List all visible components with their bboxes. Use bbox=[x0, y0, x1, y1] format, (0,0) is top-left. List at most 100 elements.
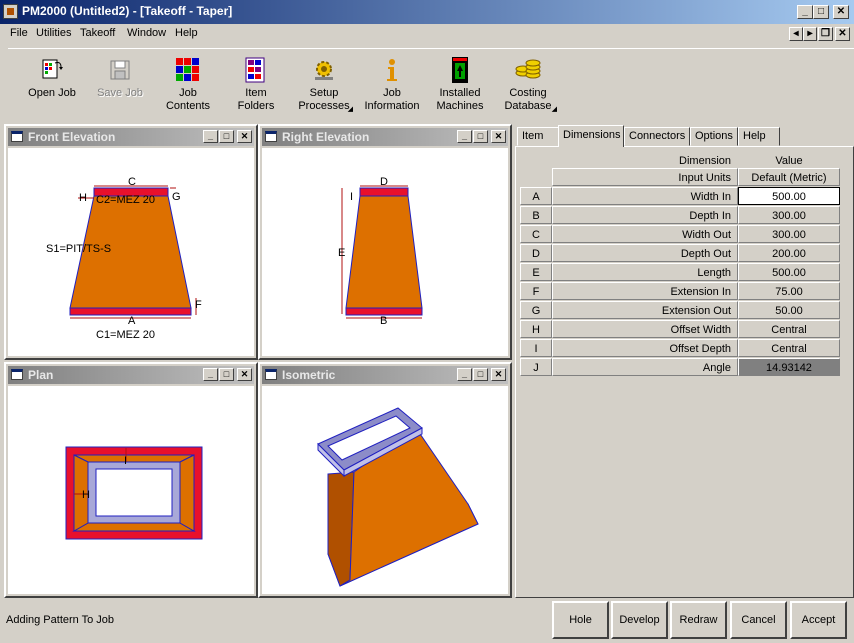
menu-help[interactable]: Help bbox=[175, 27, 198, 39]
minimize-icon[interactable]: _ bbox=[203, 130, 218, 143]
close-icon[interactable]: ✕ bbox=[491, 368, 506, 381]
row-value[interactable]: 50.00 bbox=[738, 301, 840, 319]
minimize-icon[interactable]: _ bbox=[797, 5, 813, 19]
item-folders-icon bbox=[243, 57, 269, 83]
costing-database-button[interactable]: Costing Database ◢ bbox=[497, 53, 559, 117]
window-icon bbox=[265, 131, 277, 142]
mdi-close-icon[interactable]: ✕ bbox=[835, 27, 850, 41]
plan-canvas[interactable]: I H bbox=[8, 386, 254, 594]
menu-window[interactable]: Window bbox=[127, 27, 166, 39]
bottom-connector bbox=[345, 307, 423, 316]
mdi-next-icon[interactable]: ▸ bbox=[803, 27, 817, 41]
row-value[interactable]: Central bbox=[738, 320, 840, 338]
setup-processes-button[interactable]: Setup Processes ◢ bbox=[293, 53, 355, 117]
row-key: G bbox=[520, 301, 552, 319]
plan-window[interactable]: Plan _ □ ✕ I H bbox=[4, 362, 258, 598]
costing-database-icon bbox=[515, 57, 541, 83]
row-name: Width Out bbox=[552, 225, 738, 243]
right-elevation-canvas[interactable]: D I E B bbox=[262, 148, 508, 356]
row-name: Extension In bbox=[552, 282, 738, 300]
row-key: A bbox=[520, 187, 552, 205]
isometric-canvas[interactable] bbox=[262, 386, 508, 594]
front-elevation-window[interactable]: Front Elevation _ □ ✕ C H G C2=MEZ 20 S1… bbox=[4, 124, 258, 360]
front-elevation-title: Front Elevation bbox=[28, 130, 116, 144]
row-key: I bbox=[520, 339, 552, 357]
costing-database-dropdown-icon[interactable]: ◢ bbox=[552, 105, 557, 113]
taper-face-bottom bbox=[72, 522, 196, 532]
cancel-button[interactable]: Cancel bbox=[730, 601, 787, 639]
row-name: Angle bbox=[552, 358, 738, 376]
row-value[interactable]: Central bbox=[738, 339, 840, 357]
tab-connectors[interactable]: Connectors bbox=[624, 127, 690, 146]
minimize-icon[interactable]: _ bbox=[203, 368, 218, 381]
accept-button[interactable]: Accept bbox=[790, 601, 847, 639]
tab-dimensions[interactable]: Dimensions bbox=[558, 125, 624, 147]
isometric-caption: Isometric _ □ ✕ bbox=[262, 366, 508, 384]
setup-processes-dropdown-icon[interactable]: ◢ bbox=[348, 105, 353, 113]
hole-button[interactable]: Hole bbox=[552, 601, 609, 639]
row-key: F bbox=[520, 282, 552, 300]
maximize-icon[interactable]: □ bbox=[473, 130, 488, 143]
row-value[interactable]: 75.00 bbox=[738, 282, 840, 300]
row-name: Depth In bbox=[552, 206, 738, 224]
setup-processes-label: Setup Processes bbox=[298, 87, 350, 112]
row-value[interactable]: 500.00 bbox=[738, 263, 840, 281]
right-elevation-title: Right Elevation bbox=[282, 130, 370, 144]
maximize-icon[interactable]: □ bbox=[813, 5, 829, 19]
row-name: Depth Out bbox=[552, 244, 738, 262]
row-value[interactable]: 300.00 bbox=[738, 225, 840, 243]
menu-utilities[interactable]: Utilities bbox=[36, 27, 71, 39]
open-job-label: Open Job bbox=[28, 87, 76, 99]
maximize-icon[interactable]: □ bbox=[219, 130, 234, 143]
minimize-icon[interactable]: _ bbox=[457, 368, 472, 381]
close-icon[interactable]: ✕ bbox=[237, 130, 252, 143]
tab-help[interactable]: Help bbox=[738, 127, 780, 146]
installed-machines-button[interactable]: Installed Machines bbox=[429, 53, 491, 117]
close-icon[interactable]: ✕ bbox=[833, 5, 849, 19]
maximize-icon[interactable]: □ bbox=[473, 368, 488, 381]
job-information-button[interactable]: Job Information bbox=[361, 53, 423, 117]
right-elevation-window[interactable]: Right Elevation _ □ ✕ D I E B bbox=[258, 124, 512, 360]
isometric-window[interactable]: Isometric _ □ ✕ bbox=[258, 362, 512, 598]
item-folders-button[interactable]: Item Folders bbox=[225, 53, 287, 117]
mdi-prev-icon[interactable]: ◂ bbox=[789, 27, 803, 41]
job-information-icon bbox=[379, 57, 405, 83]
open-job-icon bbox=[39, 57, 65, 83]
maximize-icon[interactable]: □ bbox=[219, 368, 234, 381]
window-icon bbox=[265, 369, 277, 380]
open-job-button[interactable]: Open Job bbox=[21, 53, 83, 117]
job-contents-button[interactable]: Job Contents bbox=[157, 53, 219, 117]
row-key: H bbox=[520, 320, 552, 338]
close-icon[interactable]: ✕ bbox=[491, 130, 506, 143]
label-a: A bbox=[128, 315, 136, 327]
units-value[interactable]: Default (Metric) bbox=[738, 168, 840, 186]
row-name: Offset Depth bbox=[552, 339, 738, 357]
title-bar: PM2000 (Untitled2) - [Takeoff - Taper] _… bbox=[0, 0, 854, 24]
installed-machines-label: Installed Machines bbox=[436, 87, 484, 112]
front-elevation-caption: Front Elevation _ □ ✕ bbox=[8, 128, 254, 146]
isometric-drawing bbox=[317, 407, 479, 587]
top-connector bbox=[359, 187, 409, 197]
tab-options[interactable]: Options bbox=[690, 127, 738, 146]
label-f: F bbox=[195, 299, 202, 311]
job-contents-icon bbox=[175, 57, 201, 83]
row-value[interactable]: 300.00 bbox=[738, 206, 840, 224]
taper-body bbox=[345, 195, 423, 309]
develop-button[interactable]: Develop bbox=[611, 601, 668, 639]
menu-takeoff[interactable]: Takeoff bbox=[80, 27, 115, 39]
save-job-button[interactable]: Save Job bbox=[89, 53, 151, 117]
redraw-button[interactable]: Redraw bbox=[670, 601, 727, 639]
row-value[interactable]: 200.00 bbox=[738, 244, 840, 262]
tab-item[interactable]: Item bbox=[517, 127, 559, 146]
row-name: Extension Out bbox=[552, 301, 738, 319]
row-name: Offset Width bbox=[552, 320, 738, 338]
minimize-icon[interactable]: _ bbox=[457, 130, 472, 143]
menu-file[interactable]: File bbox=[10, 27, 28, 39]
job-contents-label: Job Contents bbox=[165, 87, 211, 112]
row-value[interactable]: 500.00 bbox=[738, 187, 840, 205]
close-icon[interactable]: ✕ bbox=[237, 368, 252, 381]
label-d: D bbox=[380, 176, 388, 188]
mdi-restore-icon[interactable]: ❐ bbox=[818, 27, 833, 41]
app-icon[interactable] bbox=[3, 4, 18, 19]
front-elevation-canvas[interactable]: C H G C2=MEZ 20 S1=PIT/TS-S F A C1=MEZ 2… bbox=[8, 148, 254, 356]
